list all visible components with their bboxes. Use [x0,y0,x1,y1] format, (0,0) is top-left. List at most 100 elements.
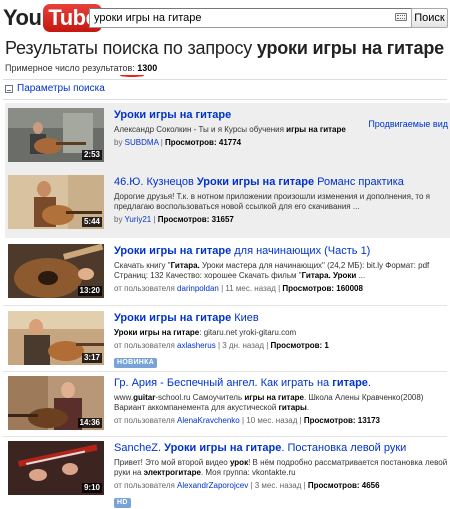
video-info: Уроки игры на гитаре для начинающих (Час… [114,244,448,294]
uploader-link[interactable]: Yuriy21 [125,215,152,224]
youtube-logo[interactable]: You Tube [3,4,103,32]
video-title[interactable]: Уроки игры на гитаре для начинающих (Час… [114,244,448,258]
video-info: Уроки игры на гитаре Александр Соколкин … [114,108,448,148]
title-text: Гр. Ария - Беспечный ангел. Как играть н… [114,377,333,389]
video-meta: от пользователя darinpoldan | 11 мес. на… [114,284,448,294]
video-meta: от пользователя AlexandrZaporojcev | 3 м… [114,481,448,491]
desc-text: . [306,403,310,412]
desc-text: www. [114,393,134,402]
title-prefix: Результаты поиска по запросу [5,38,257,58]
view-count: Просмотров: 160008 [282,284,363,293]
video-title[interactable]: Уроки игры на гитаре Киев [114,311,448,325]
title-text: для начинающих (Часть 1) [231,245,371,257]
video-duration: 5:44 [81,217,102,227]
desc-highlight: Гитара. Уроки [301,271,357,280]
video-description: Дорогие друзья! Т.к. в нотном приложении… [114,192,448,202]
desc-highlight: гитары [278,403,307,412]
by-label: от пользователя [114,284,178,293]
video-thumbnail[interactable]: 2:53 [8,108,104,162]
uploader-link[interactable]: axlasherus [177,341,216,350]
title-highlight: Уроки игры на гитаре [164,442,282,454]
video-duration: 2:53 [81,150,102,160]
desc-highlight: Уроки игры на гитаре [114,328,200,337]
video-title[interactable]: SancheZ. Уроки игры на гитаре. Постановк… [114,441,448,455]
video-meta: от пользователя axlasherus | 3 дн. назад… [114,341,448,351]
video-description: Уроки игры на гитаре: gitaru.net yroki-g… [114,328,448,338]
video-meta: от пользователя AlenaKravchenko | 10 мес… [114,416,448,426]
uploader-link[interactable]: darinpoldan [177,284,219,293]
desc-text: Страниц: 132 Качество: хорошее Скачать ф… [114,271,302,280]
view-count: Просмотров: 4656 [307,481,380,490]
title-query: уроки игры на гитаре [256,38,444,58]
video-description: Скачать книгу "Гитара. Уроки мастера для… [114,261,448,271]
desc-text: предлагаю воспользоваться новой ссылкой … [114,202,360,211]
title-text: Киев [231,312,259,324]
uploader-link[interactable]: AlenaKravchenko [177,416,240,425]
desc-highlight: guitar [133,393,156,402]
search-button[interactable]: Поиск [411,8,448,28]
by-label: by [114,138,125,147]
upload-age: | 10 мес. назад | [239,416,304,425]
desc-text: руки на [114,468,144,477]
desc-text: : gitaru.net yroki-gitaru.com [199,328,297,337]
search-filters-link[interactable]: Параметры поиска [5,83,105,94]
view-count: Просмотров: 1 [270,341,329,350]
count-label: Примерное число результатов: [5,63,138,73]
title-text: Уроки игры на гитаре [114,109,232,121]
uploader-link[interactable]: AlexandrZaporojcev [177,481,248,490]
desc-highlight: электрогитаре [143,468,201,477]
desc-text: ... [356,271,366,280]
divider [3,79,447,80]
desc-text: Вариант аккомпанемента для акустической [114,403,279,412]
video-description: Привет! Это мой второй видео урок! В нём… [114,458,448,468]
video-duration: 14:36 [77,418,102,428]
divider [3,99,447,100]
video-description: руки на электрогитаре. Моя группа: vkont… [114,468,448,478]
new-badge: НОВИНКА [114,358,158,368]
view-count: Просмотров: 41774 [165,138,242,147]
video-thumbnail[interactable]: 13:20 [8,244,104,298]
desc-text: -school.ru Самоучитель [155,393,245,402]
video-info: Уроки игры на гитаре Киев Уроки игры на … [114,311,448,369]
video-thumbnail[interactable]: 3:17 [8,311,104,365]
count-highlight [120,74,144,77]
view-count: Просмотров: 13173 [303,416,380,425]
desc-text: Привет! Это мой второй видео [114,458,230,467]
by-label: by [114,215,125,224]
hd-badge: HD [114,498,131,508]
upload-age: | 3 дн. назад | [215,341,271,350]
title-text: SancheZ. [114,442,165,454]
uploader-link[interactable]: SUBDMA [125,138,159,147]
video-duration: 13:20 [77,286,102,296]
by-label: от пользователя [114,341,178,350]
video-thumbnail[interactable]: 9:10 [8,441,104,495]
keyboard-icon[interactable] [395,13,407,21]
desc-text: Дорогие друзья! Т.к. в нотном приложении… [114,192,430,201]
video-duration: 3:17 [81,353,102,363]
divider [3,371,447,372]
video-meta: by SUBDMA | Просмотров: 41774 [114,138,242,147]
desc-text: Уроки мастера для начинающих" (24,2 МБ):… [199,261,430,270]
by-label: от пользователя [114,481,178,490]
upload-age: | 11 мес. назад | [218,284,283,293]
filter-label: Параметры поиска [17,83,105,94]
video-title[interactable]: Уроки игры на гитаре [114,108,448,122]
title-highlight: гитаре [332,377,368,389]
desc-text: Александр Соколкин - Ты и я Курсы обучен… [114,125,287,134]
results-count: Примерное число результатов: 1300 [5,63,157,73]
video-title[interactable]: Гр. Ария - Беспечный ангел. Как играть н… [114,376,448,390]
search-input[interactable]: уроки игры на гитаре [89,8,412,28]
desc-text: . Школа Алены Кравченко(2008) [304,393,424,402]
video-info: SancheZ. Уроки игры на гитаре. Постановк… [114,441,448,509]
desc-highlight: игры на гитаре [244,393,304,402]
title-text: Романс практика [314,176,404,188]
video-title[interactable]: 46.Ю. Кузнецов Уроки игры на гитаре Рома… [114,175,448,189]
video-thumbnail[interactable]: 14:36 [8,376,104,430]
upload-age: | 3 мес. назад | [248,481,308,490]
title-highlight: Уроки игры на гитаре [196,176,315,188]
video-description: Вариант аккомпанемента для акустической … [114,403,448,413]
video-description: Страниц: 132 Качество: хорошее Скачать ф… [114,271,448,281]
video-thumbnail[interactable]: 5:44 [8,175,104,229]
view-count: Просмотров: 31657 [157,215,234,224]
desc-highlight: Гитара. [170,261,200,270]
